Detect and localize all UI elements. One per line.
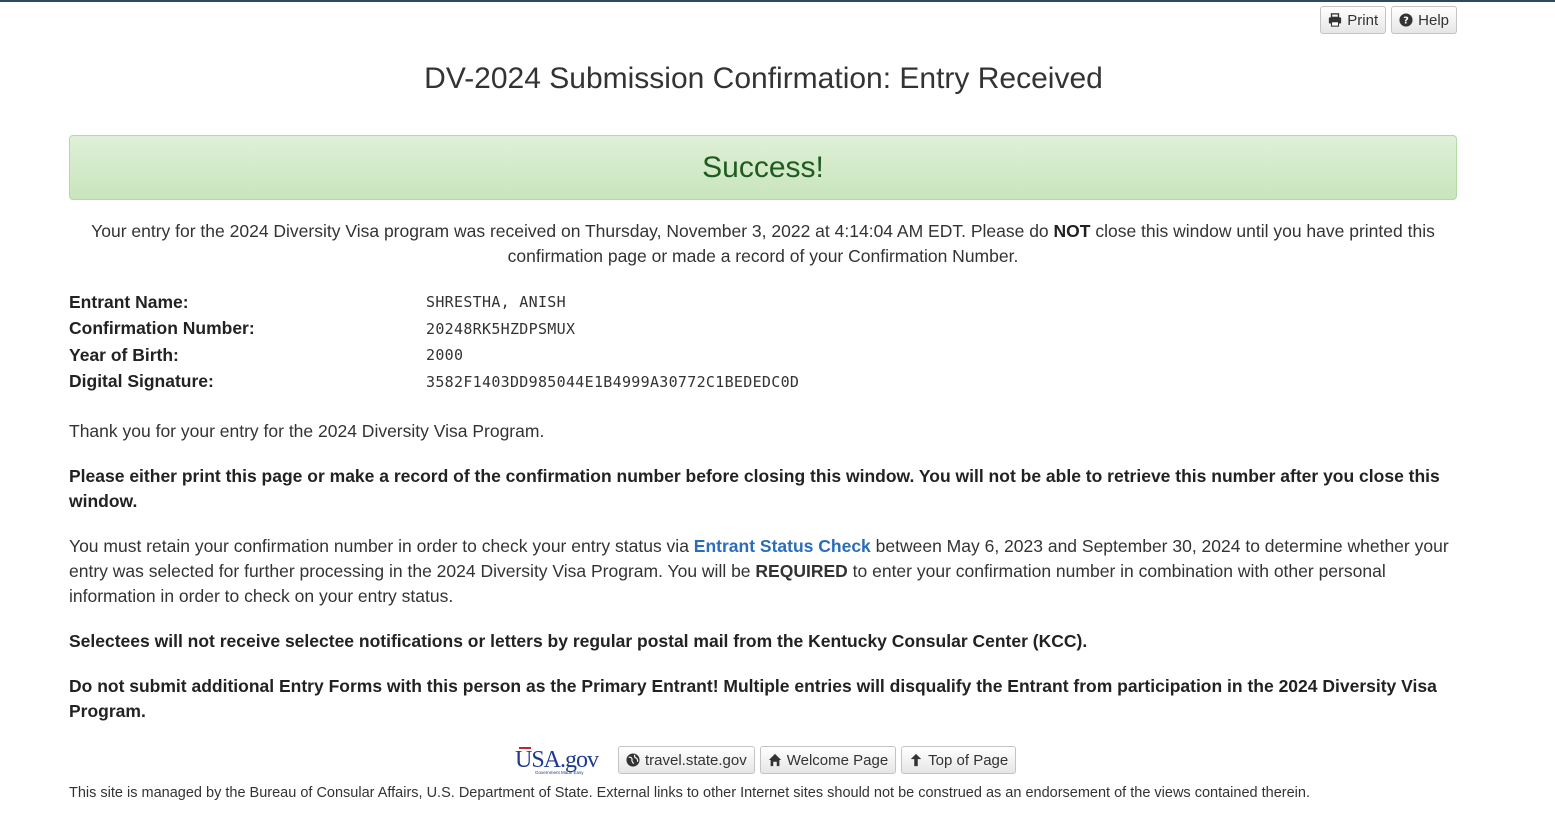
retain-text-1: You must retain your confirmation number… [69,536,694,556]
arrow-up-icon [909,753,923,767]
help-button[interactable]: ? Help [1391,6,1457,34]
help-label: Help [1418,11,1449,29]
detail-label: Confirmation Number: [69,318,255,339]
selectees-paragraph: Selectees will not receive selectee noti… [69,631,1088,651]
welcome-page-button[interactable]: Welcome Page [759,746,897,774]
success-alert: Success! [69,135,1457,200]
detail-value: 2000 [426,346,464,365]
top-border-line [0,0,1555,2]
detail-row-year-of-birth: Year of Birth: 2000 [69,342,799,369]
detail-label: Digital Signature: [69,371,214,392]
travel-state-gov-label: travel.state.gov [645,751,747,769]
retain-paragraph: You must retain your confirmation number… [69,534,1457,609]
detail-value: 20248RK5HZDPSMUX [426,319,576,338]
top-of-page-label: Top of Page [928,751,1009,769]
top-toolbar: Print ? Help [1320,6,1457,34]
print-button[interactable]: Print [1320,6,1387,34]
required-emphasis: REQUIRED [755,561,848,581]
detail-value: SHRESTHA, ANISH [426,293,566,312]
welcome-page-label: Welcome Page [786,751,889,769]
detail-row-entrant-name: Entrant Name: SHRESTHA, ANISH [69,289,799,316]
footer-disclaimer: This site is managed by the Bureau of Co… [69,785,1310,801]
detail-row-digital-signature: Digital Signature: 3582F1403DD985044E1B4… [69,369,799,396]
entrant-status-check-link[interactable]: Entrant Status Check [694,536,871,556]
footer-links: USA.gov Government Made Easy travel.stat… [513,745,1017,775]
detail-label: Year of Birth: [69,344,179,365]
home-icon [768,753,782,767]
travel-state-gov-button[interactable]: travel.state.gov [618,746,755,774]
usagov-logo[interactable]: USA.gov Government Made Easy [513,745,613,775]
success-alert-text: Success! [702,150,824,184]
printer-icon [1328,13,1342,27]
no-additional-entries-paragraph: Do not submit additional Entry Forms wit… [69,676,1437,721]
usagov-tagline: Government Made Easy [535,770,584,775]
svg-text:?: ? [1403,16,1409,27]
detail-label: Entrant Name: [69,291,189,312]
print-label: Print [1347,11,1379,29]
intro-text-1: Your entry for the 2024 Diversity Visa p… [91,221,1054,241]
print-warning-paragraph: Please either print this page or make a … [69,466,1440,511]
intro-paragraph: Your entry for the 2024 Diversity Visa p… [69,219,1457,269]
detail-value: 3582F1403DD985044E1B4999A30772C1BEDEDC0D [426,372,800,391]
top-of-page-button[interactable]: Top of Page [901,746,1017,774]
detail-row-confirmation-number: Confirmation Number: 20248RK5HZDPSMUX [69,316,799,343]
question-circle-icon: ? [1399,13,1413,27]
globe-icon [626,753,640,767]
page-title: DV-2024 Submission Confirmation: Entry R… [424,62,1103,95]
intro-emphasis: NOT [1053,221,1091,241]
thanks-paragraph: Thank you for your entry for the 2024 Di… [69,421,545,441]
entry-details: Entrant Name: SHRESTHA, ANISH Confirmati… [69,289,799,395]
